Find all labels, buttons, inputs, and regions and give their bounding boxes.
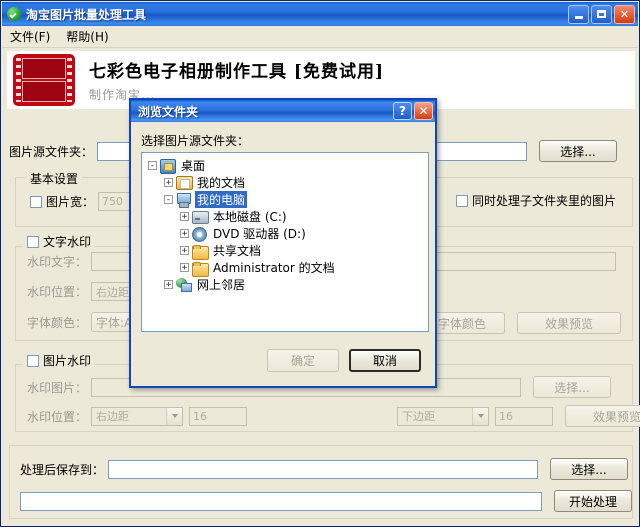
disk-icon <box>192 210 209 224</box>
tree-node-label: 网上邻居 <box>197 278 246 292</box>
green-check-icon <box>7 7 21 21</box>
output-panel: 处理后保存到： 选择... 开始处理 <box>9 445 633 519</box>
dialog-prompt: 选择图片源文件夹： <box>141 134 250 148</box>
watermark-text-label: 水印文字： <box>27 255 88 269</box>
ok-button[interactable]: 确定 <box>267 349 339 372</box>
cancel-button[interactable]: 取消 <box>349 349 421 372</box>
desktop-icon <box>160 158 176 174</box>
save-browse-button[interactable]: 选择... <box>550 458 629 480</box>
text-watermark-label: 文字水印 <box>43 235 92 249</box>
window-controls: ✕ <box>568 4 638 24</box>
banner-text: 七彩色电子相册制作工具 [免费试用] 制作淘宝... <box>89 57 384 103</box>
close-button[interactable]: ✕ <box>614 4 635 24</box>
text-watermark-preview-button[interactable]: 效果预览 <box>517 312 621 334</box>
font-color-label: 字体颜色： <box>27 315 88 330</box>
tree-node-label: DVD 驱动器 (D:) <box>213 227 306 241</box>
dialog-footer: 确定 取消 <box>131 349 435 372</box>
tree-node-label: 桌面 <box>181 159 206 173</box>
subfolder-option[interactable]: 同时处理子文件夹里的图片 <box>456 192 616 209</box>
tree-node-label: Administrator 的文档 <box>213 261 335 275</box>
expand-icon[interactable]: + <box>164 280 173 289</box>
save-to-row: 处理后保存到： 选择... <box>20 458 629 480</box>
folder-icon <box>192 261 209 277</box>
network-icon <box>176 277 192 292</box>
source-browse-button[interactable]: 选择... <box>539 140 618 162</box>
text-position-h-value: 右边距 <box>96 285 130 299</box>
progress-row: 开始处理 <box>20 490 632 512</box>
image-width-checkbox[interactable] <box>30 195 42 208</box>
text-position-label: 水印位置： <box>27 285 88 299</box>
collapse-icon[interactable]: - <box>164 195 173 204</box>
progress-bar <box>20 491 542 511</box>
application-window: 淘宝图片批量处理工具 ✕ 文件(F) 帮助(H) 七彩色电子相册制作工具 [免费… <box>0 0 640 527</box>
image-position-h-select[interactable]: 右边距 <box>91 406 184 426</box>
image-position-v-input[interactable]: 16 <box>495 406 554 426</box>
dialog-title-bar: 浏览文件夹 ? ✕ <box>131 100 435 122</box>
expand-icon[interactable]: + <box>180 246 189 255</box>
save-to-label: 处理后保存到： <box>20 462 105 477</box>
dvd-icon <box>192 226 208 242</box>
window-title: 淘宝图片批量处理工具 <box>26 7 147 22</box>
film-strip-icon <box>13 54 75 106</box>
image-watermark-toggle[interactable]: 图片水印 <box>23 352 96 369</box>
tree-node-label: 共享文档 <box>213 244 262 258</box>
folder-tree[interactable]: - 桌面 + 我的文档 - 我的电脑 + 本地磁盘 (C:) + DVD 驱动器… <box>141 152 429 332</box>
maximize-button[interactable] <box>591 4 612 24</box>
basic-settings-title: 基本设置 <box>26 170 83 187</box>
image-watermark-label: 图片水印 <box>43 354 92 368</box>
tree-node-local-disk-c[interactable]: + 本地磁盘 (C:) <box>144 208 426 225</box>
folder-icon <box>192 244 209 260</box>
image-width-label: 图片宽： <box>46 195 95 209</box>
image-position-h-input[interactable]: 16 <box>189 406 248 426</box>
collapse-icon[interactable]: - <box>148 161 157 170</box>
image-watermark-checkbox[interactable] <box>27 354 39 367</box>
menu-item-file[interactable]: 文件(F) <box>2 26 58 47</box>
text-watermark-checkbox[interactable] <box>27 235 39 248</box>
chevron-down-icon[interactable] <box>166 407 183 425</box>
menu-item-help[interactable]: 帮助(H) <box>58 26 116 47</box>
tree-node-dvd-drive-d[interactable]: + DVD 驱动器 (D:) <box>144 225 426 242</box>
tree-node-my-documents[interactable]: + 我的文档 <box>144 174 426 191</box>
text-watermark-toggle[interactable]: 文字水印 <box>23 233 96 250</box>
start-process-button[interactable]: 开始处理 <box>554 490 632 512</box>
tree-node-label: 本地磁盘 (C:) <box>213 210 287 224</box>
dialog-title: 浏览文件夹 <box>138 104 199 119</box>
banner-title: 七彩色电子相册制作工具 [免费试用] <box>89 62 385 82</box>
chevron-down-icon[interactable] <box>472 407 489 425</box>
expand-icon[interactable]: + <box>180 212 189 221</box>
tree-node-administrator-documents[interactable]: + Administrator 的文档 <box>144 259 426 277</box>
help-button[interactable]: ? <box>393 102 412 120</box>
tree-node-label: 我的电脑 <box>195 191 248 208</box>
image-position-v-select[interactable]: 下边距 <box>397 406 490 426</box>
watermark-image-browse-button[interactable]: 选择... <box>533 376 612 398</box>
expand-icon[interactable]: + <box>180 263 189 272</box>
tree-node-my-computer[interactable]: - 我的电脑 <box>144 191 426 208</box>
tree-node-label: 我的文档 <box>197 176 246 190</box>
expand-icon[interactable]: + <box>180 229 189 238</box>
image-watermark-position-row: 水印位置： 右边距 16 下边距 16 效果预览 <box>27 405 640 427</box>
subfolder-label: 同时处理子文件夹里的图片 <box>472 194 617 208</box>
expand-icon[interactable]: + <box>164 178 173 187</box>
save-to-input[interactable] <box>108 459 539 479</box>
dialog-close-button[interactable]: ✕ <box>414 102 433 120</box>
tree-node-desktop[interactable]: - 桌面 <box>144 157 426 174</box>
mypc-icon <box>176 192 192 208</box>
watermark-image-label: 水印图片： <box>27 380 88 395</box>
tree-node-shared-documents[interactable]: + 共享文档 <box>144 242 426 260</box>
image-position-label: 水印位置： <box>27 409 88 424</box>
tree-node-network-neighborhood[interactable]: + 网上邻居 <box>144 276 426 293</box>
dialog-window-controls: ? ✕ <box>393 102 433 120</box>
menu-bar: 文件(F) 帮助(H) <box>2 26 638 48</box>
source-folder-label: 图片源文件夹： <box>9 144 94 159</box>
mydocs-icon <box>176 175 193 190</box>
image-position-v-value: 下边距 <box>402 410 436 423</box>
subfolder-checkbox[interactable] <box>456 194 468 207</box>
title-bar: 淘宝图片批量处理工具 ✕ <box>2 2 638 26</box>
minimize-button[interactable] <box>568 4 589 24</box>
browse-folder-dialog: 浏览文件夹 ? ✕ 选择图片源文件夹： - 桌面 + 我的文档 - 我的电脑 +… <box>129 98 437 388</box>
image-watermark-preview-button[interactable]: 效果预览 <box>565 405 640 427</box>
image-position-h-value: 右边距 <box>96 410 130 423</box>
